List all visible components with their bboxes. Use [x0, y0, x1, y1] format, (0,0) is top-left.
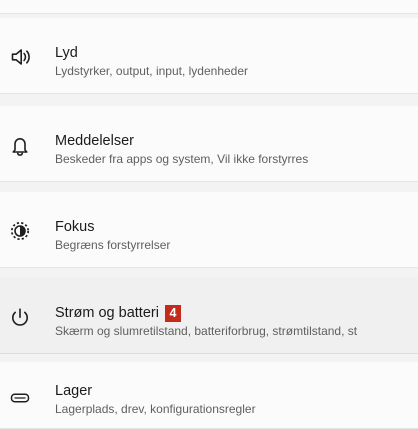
speaker-icon: [6, 43, 34, 71]
settings-item-power-battery[interactable]: Strøm og batteri 4 Skærm og slumretilsta…: [0, 278, 418, 354]
sound-description: Lydstyrker, output, input, lydenheder: [55, 64, 249, 78]
storage-icon: [6, 384, 34, 412]
step-badge: 4: [164, 304, 181, 322]
settings-list: Lyd Lydstyrker, output, input, lydenhede…: [0, 0, 418, 429]
focus-description: Begræns forstyrrelser: [55, 238, 171, 252]
storage-title: Lager: [55, 383, 93, 399]
focus-icon: [6, 217, 34, 245]
focus-title: Fokus: [55, 219, 95, 235]
storage-description: Lagerplads, drev, konfigurationsregler: [55, 402, 256, 416]
settings-item-notifications[interactable]: Meddelelser Beskeder fra apps og system,…: [0, 106, 418, 182]
notifications-title: Meddelelser: [55, 133, 134, 149]
power-battery-title: Strøm og batteri 4: [55, 304, 418, 322]
settings-item-sound[interactable]: Lyd Lydstyrker, output, input, lydenhede…: [0, 18, 418, 94]
sound-title: Lyd: [55, 45, 78, 61]
power-battery-label: Strøm og batteri: [55, 305, 159, 321]
power-battery-description: Skærm og slumretilstand, batteriforbrug,…: [55, 324, 358, 338]
power-icon: [6, 303, 34, 331]
previous-settings-item[interactable]: [0, 0, 418, 14]
notifications-description: Beskeder fra apps og system, Vil ikke fo…: [55, 152, 309, 166]
bell-icon: [6, 131, 34, 159]
settings-item-focus[interactable]: Fokus Begræns forstyrrelser: [0, 192, 418, 268]
settings-item-storage[interactable]: Lager Lagerplads, drev, konfigurationsre…: [0, 362, 418, 429]
